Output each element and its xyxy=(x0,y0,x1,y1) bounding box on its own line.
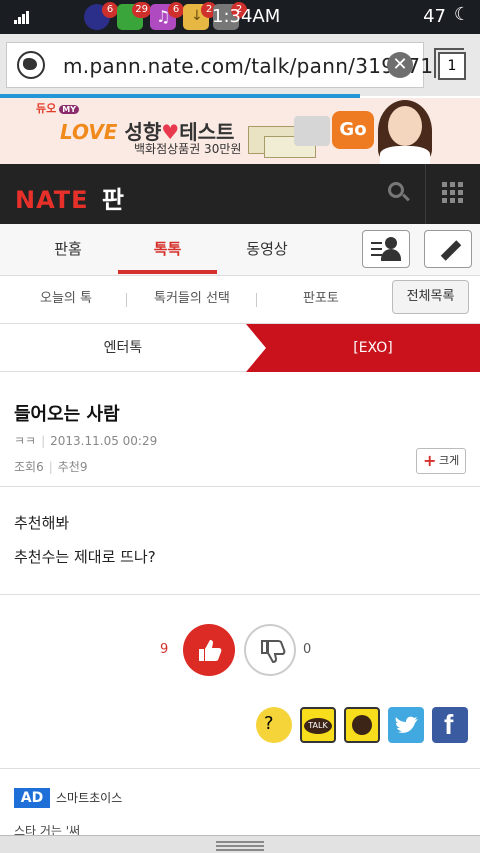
sub-tab-pan-photo[interactable]: 판포토 xyxy=(303,276,339,322)
post-body-line: 추천해봐 xyxy=(14,514,70,532)
tab-toktok[interactable]: 톡톡 xyxy=(118,224,217,274)
ad-go-button[interactable]: Go xyxy=(332,111,374,149)
ad-sponsor[interactable]: 스마트초이스 xyxy=(56,789,122,806)
status-bar: 6 29 ♫ 6 ↓ 2 2 1:34AM 47 ☾ xyxy=(0,0,480,34)
kakaostory-icon[interactable] xyxy=(344,707,380,743)
post-recommends: 추천9 xyxy=(57,460,88,474)
post-date: 2013.11.05 00:29 xyxy=(50,434,158,448)
sub-tab-talkers-choice[interactable]: 톡커들의 선택 xyxy=(154,276,230,322)
downvote-button[interactable] xyxy=(244,624,296,676)
pencil-icon xyxy=(440,240,462,261)
tab-pan-home[interactable]: 판홈 xyxy=(18,224,118,274)
divider xyxy=(0,486,480,487)
cups-image xyxy=(294,116,330,146)
all-list-button[interactable]: 전체목록 xyxy=(392,280,469,314)
url-input[interactable]: m.pann.nate.com/talk/pann/319871 ✕ xyxy=(6,42,433,88)
thumbs-up-icon xyxy=(199,640,222,661)
messenger-icon: 6 xyxy=(84,2,118,30)
divider xyxy=(425,164,426,224)
category-exo[interactable]: [EXO] xyxy=(246,324,480,372)
nate-pan-logo[interactable]: NATE 판 xyxy=(15,180,125,215)
sub-tab-today[interactable]: 오늘의 톡 xyxy=(40,276,92,322)
music-icon: ♫ 6 xyxy=(150,2,184,30)
my-profile-button[interactable] xyxy=(362,230,410,268)
twitter-icon[interactable] xyxy=(388,707,424,743)
divider xyxy=(0,768,480,769)
downvote-count: 0 xyxy=(303,642,312,657)
ad-brand: 듀오 MY xyxy=(36,100,80,116)
write-button[interactable] xyxy=(424,230,472,268)
divider xyxy=(256,293,257,307)
post-author: ㅋㅋ xyxy=(14,434,37,448)
divider xyxy=(126,293,127,307)
bottom-handle[interactable] xyxy=(0,835,480,853)
browser-url-bar: m.pann.nate.com/talk/pann/319871 ✕ 1 xyxy=(0,34,480,96)
kakaotalk-icon[interactable]: TALK xyxy=(300,707,336,743)
post-stats: 조회6 | 추천9 xyxy=(14,460,88,474)
category-arrow xyxy=(246,324,266,372)
url-text: m.pann.nate.com/talk/pann/319871 xyxy=(63,54,434,78)
download-icon: ↓ 2 xyxy=(183,2,217,30)
category-enter-talk[interactable]: 엔터톡 xyxy=(0,324,246,372)
post-views: 조회6 xyxy=(14,460,44,474)
menu-grid-icon[interactable] xyxy=(442,182,464,204)
globe-icon xyxy=(17,51,45,79)
post-author-date: ㅋㅋ | 2013.11.05 00:29 xyxy=(14,434,158,448)
ad-model-image xyxy=(376,98,434,164)
ad-banner[interactable]: 듀오 MY LOVE 성향♥테스트 백화점상품권 30만원 Go xyxy=(0,98,480,164)
battery-level: 47 xyxy=(423,6,446,27)
ad-label: AD xyxy=(14,788,50,808)
search-icon[interactable] xyxy=(374,164,424,224)
clock: 1:34AM xyxy=(212,6,281,27)
plus-icon: + xyxy=(423,451,437,470)
ad-prize: 백화점상품권 30만원 xyxy=(134,142,242,156)
enlarge-text-button[interactable]: + 크게 xyxy=(416,448,466,474)
moon-icon: ☾ xyxy=(453,4,470,25)
tab-video[interactable]: 동영상 xyxy=(217,224,317,274)
clear-url-icon[interactable]: ✕ xyxy=(387,52,413,78)
upvote-button[interactable] xyxy=(183,624,235,676)
active-tab-indicator xyxy=(118,270,217,274)
emoji-icon[interactable]: ? xyxy=(256,707,292,743)
tabs-button[interactable]: 1 xyxy=(434,48,466,80)
post-title: 들어오는 사람 xyxy=(14,404,120,425)
facebook-icon[interactable]: f xyxy=(432,707,468,743)
signal-icon xyxy=(14,10,32,24)
post-body-line: 추천수는 제대로 뜨나? xyxy=(14,548,156,566)
nate-app-icon: 29 xyxy=(117,2,151,30)
upvote-count: 9 xyxy=(160,642,169,657)
divider xyxy=(0,594,480,595)
thumbs-down-icon xyxy=(261,640,286,664)
